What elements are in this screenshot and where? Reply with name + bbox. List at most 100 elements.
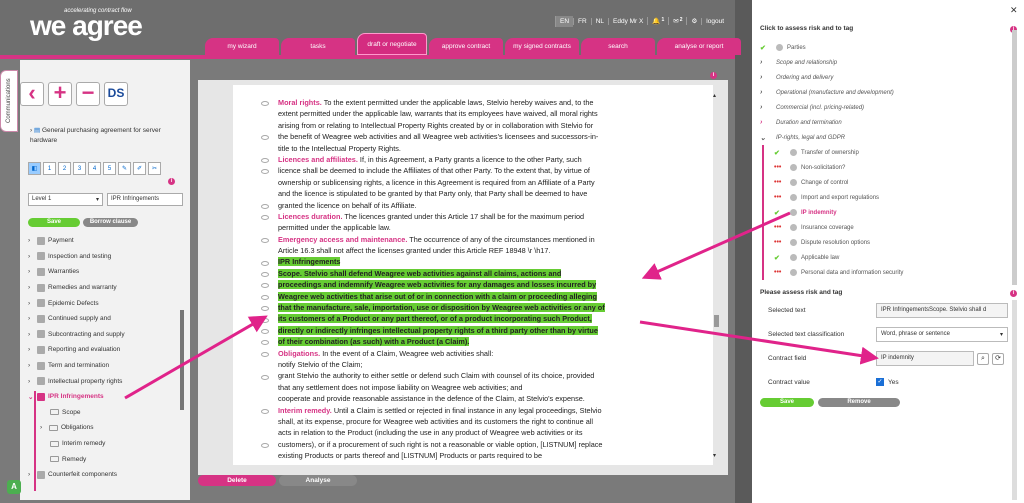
clause-text[interactable]: extent permitted under the applicable la…	[278, 109, 598, 118]
document-line[interactable]: cooperate and provide reasonable assista…	[278, 393, 638, 404]
document-line[interactable]: Licences and affiliates. If, in this Agr…	[278, 154, 638, 165]
comment-bubble-icon[interactable]	[261, 169, 269, 175]
document-line[interactable]: licence shall be deemed to include the A…	[278, 165, 638, 176]
info-icon[interactable]: i	[710, 72, 717, 79]
tree-item[interactable]: › Payment	[28, 233, 188, 249]
chevron-right-icon[interactable]: ›	[28, 331, 34, 338]
settings-icon[interactable]: ✂	[148, 162, 161, 175]
clause-text[interactable]: Article 16.3 shall not affect the licens…	[278, 246, 550, 255]
clause-text[interactable]: ownership or sublicensing rights, a lice…	[278, 178, 595, 187]
risk-item[interactable]: › Operational (manufacture and developmen…	[760, 85, 1015, 100]
comment-bubble-icon[interactable]	[261, 351, 269, 357]
tree-item-ipr-infringements[interactable]: ⌄ IPR Infringements	[28, 389, 188, 405]
classification-select[interactable]: Word, phrase or sentence ▾	[876, 327, 1008, 342]
comment-bubble-icon[interactable]	[261, 443, 269, 448]
chevron-right-icon[interactable]: ›	[28, 268, 34, 275]
level-toggle-icon[interactable]: ◧	[28, 162, 41, 175]
comment-bubble-icon[interactable]	[261, 294, 269, 300]
clause-heading[interactable]: Interim remedy.	[278, 406, 332, 415]
risk-item[interactable]: › Scope and relationship	[760, 55, 1015, 70]
document-line[interactable]: directly or indirectly infringes intelle…	[278, 325, 638, 336]
risk-item[interactable]: ••• Insurance coverage	[760, 220, 1015, 235]
lang-en[interactable]: EN	[555, 15, 574, 27]
back-button[interactable]: ‹	[20, 82, 44, 106]
borrow-clause-button[interactable]: Borrow clause	[83, 218, 138, 227]
ds-logo-icon[interactable]: DS	[104, 82, 128, 106]
document-line[interactable]: title to the Intellectual Property Right…	[278, 143, 638, 154]
document-line[interactable]: shall, at its expense, procure for Weagr…	[278, 416, 638, 427]
level-button-1[interactable]: 1	[43, 162, 56, 175]
clause-text[interactable]: permitted under the applicable law.	[278, 223, 391, 232]
document-line[interactable]: ownership or sublicensing rights, a lice…	[278, 177, 638, 188]
user-name[interactable]: Eddy Mr X	[608, 17, 647, 25]
risk-item[interactable]: ✔ Transfer of ownership	[760, 145, 1015, 160]
info-icon[interactable]: i	[168, 178, 175, 185]
comment-bubble-icon[interactable]	[261, 203, 269, 209]
selected-text-field[interactable]: IPR InfringementsScope. Stelvio shall d	[876, 303, 1008, 318]
clause-text[interactable]: arising from or relating to Intellectual…	[278, 121, 593, 130]
clause-text[interactable]: grant Stelvio the authority to either se…	[278, 371, 594, 380]
risk-item[interactable]: ✔ Parties	[760, 40, 1015, 55]
chevron-right-icon[interactable]: ›	[28, 237, 34, 244]
clause-text[interactable]: In the event of a Claim, Weagree web act…	[320, 349, 493, 358]
tab-tasks[interactable]: tasks	[281, 38, 355, 55]
tree-item[interactable]: › Remedies and warranty	[28, 280, 188, 296]
document-line[interactable]: notify Stelvio of the Claim;	[278, 359, 638, 370]
tree-item[interactable]: › Epidemic Defects	[28, 295, 188, 311]
clause-text[interactable]: that any settlement does not impose liab…	[278, 383, 522, 392]
comment-bubble-icon[interactable]	[261, 215, 269, 220]
document-line[interactable]: Obligations. In the event of a Claim, We…	[278, 348, 638, 359]
clause-heading[interactable]: Obligations.	[278, 349, 320, 358]
clause-heading[interactable]: Licences and affiliates.	[278, 155, 358, 164]
circle-icon[interactable]	[790, 224, 797, 231]
document-line[interactable]: customers), or if a procurement of such …	[278, 439, 638, 450]
search-icon[interactable]: ⌕	[977, 352, 989, 365]
yes-checkbox[interactable]: ✓	[876, 378, 884, 386]
remove-button[interactable]: −	[76, 82, 100, 106]
chevron-right-icon[interactable]: ›	[28, 315, 34, 322]
risk-item[interactable]: ✔ Applicable law	[760, 250, 1015, 265]
document-line[interactable]: grant Stelvio the authority to either se…	[278, 370, 638, 381]
document-line[interactable]: IPR Infringements	[278, 256, 638, 267]
highlighted-text[interactable]: its customers of a Product or any part t…	[278, 314, 592, 324]
clause-text[interactable]: If, in this Agreement, a Party grants a …	[358, 155, 582, 164]
highlighted-text[interactable]: that the manufacture, sale, importation,…	[278, 303, 605, 313]
comment-bubble-icon[interactable]	[261, 340, 269, 346]
tab-my-signed-contracts[interactable]: my signed contracts	[505, 38, 579, 55]
comment-bubble-icon[interactable]	[261, 306, 269, 312]
tree-item[interactable]: › Inspection and testing	[28, 249, 188, 265]
chevron-right-icon[interactable]: ›	[28, 300, 34, 307]
document-line[interactable]: Licences duration. The licences granted …	[278, 211, 638, 222]
level-button-3[interactable]: 3	[73, 162, 86, 175]
clause-text[interactable]: acts in relation to the Product (includi…	[278, 428, 582, 437]
tree-item[interactable]: › Term and termination	[28, 358, 188, 374]
tab-search[interactable]: search	[581, 38, 655, 55]
document-line[interactable]: acts in relation to the Product (includi…	[278, 427, 638, 438]
a-badge-icon[interactable]: A	[7, 480, 21, 494]
level-button-2[interactable]: 2	[58, 162, 71, 175]
chevron-right-icon[interactable]: ›	[28, 378, 34, 385]
subtree-item[interactable]: Scope	[28, 405, 188, 421]
document-line[interactable]: proceedings and indemnify Weagree web ac…	[278, 279, 638, 290]
circle-icon[interactable]	[790, 209, 797, 216]
document-line[interactable]: of their combination (as such) with a Pr…	[278, 336, 638, 347]
highlighted-text[interactable]: Weagree web activities that arise out of…	[278, 291, 597, 301]
circle-icon[interactable]	[790, 149, 797, 156]
level-button-4[interactable]: 4	[88, 162, 101, 175]
tree-item[interactable]: › Intellectual property rights	[28, 373, 188, 389]
risk-item[interactable]: ••• Non-solicitation?	[760, 160, 1015, 175]
clause-text[interactable]: customers), or if a procurement of such …	[278, 440, 602, 449]
clause-text[interactable]: To the extent permitted under the applic…	[322, 98, 594, 107]
bell-icon[interactable]: 🔔1	[647, 17, 668, 25]
circle-icon[interactable]	[790, 179, 797, 186]
highlighted-text[interactable]: IPR Infringements	[278, 257, 341, 267]
comment-bubble-icon[interactable]	[261, 374, 269, 380]
lang-nl[interactable]: NL	[590, 17, 608, 25]
comment-bubble-icon[interactable]	[261, 135, 269, 141]
document-line[interactable]: its customers of a Product or any part t…	[278, 313, 638, 324]
comment-bubble-icon[interactable]	[261, 260, 269, 266]
info-icon[interactable]: i	[1010, 290, 1017, 297]
document-line[interactable]: the benefit of Weagree web activities an…	[278, 131, 638, 142]
document-line[interactable]: granted the licence on behalf of its Aff…	[278, 200, 638, 211]
mail-icon[interactable]: ✉2	[668, 17, 686, 25]
